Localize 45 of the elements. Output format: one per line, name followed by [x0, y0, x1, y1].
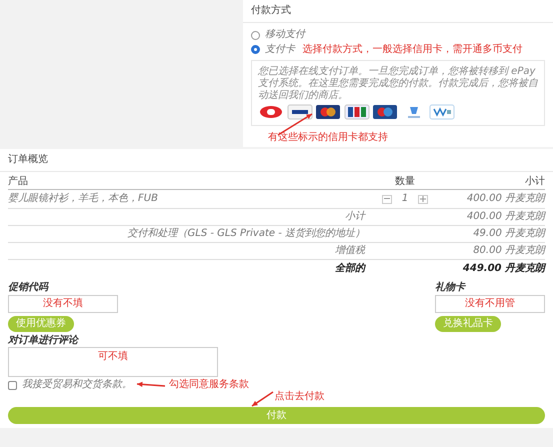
total-label: 交付和处理（GLS - GLS Private - 送货到您的地址） [126, 228, 366, 240]
annotation-text: 点击去付款 [274, 391, 324, 403]
product-name: 婴儿眼镜衬衫，羊毛，本色，FUB [8, 193, 159, 205]
description-text: 您已选择在线支付订单。一旦您完成订单，您将被转移到 ePay 支付系统。在这里您需要完成您的付款。付款完成后，您将被自动送回我们的商店。 [258, 66, 538, 102]
gift-card-field[interactable]: 没有不用管 [435, 295, 545, 313]
comment-field[interactable]: 可不填 [8, 346, 218, 376]
card-logo-icon [315, 104, 341, 120]
card-logo-icon [429, 104, 455, 120]
annotation-text: 可不填 [98, 350, 128, 364]
quantity-value: 1 [402, 193, 408, 205]
radio-button[interactable] [251, 45, 260, 54]
card-logo-icon [372, 104, 398, 120]
option-label[interactable]: 移动支付 [265, 29, 305, 41]
annotation-text: 没有不填 [43, 298, 83, 310]
price-cell-text: 400.00 丹麦克朗 [466, 193, 545, 205]
terms-checkbox[interactable] [8, 380, 17, 390]
quantity-increase-button[interactable] [418, 194, 428, 204]
total-value: 80.00 丹麦克朗 [472, 245, 545, 257]
total-value: 49.00 丹麦克朗 [472, 228, 545, 240]
annotation-text: 没有不用管 [465, 298, 515, 310]
quantity-decrease-button[interactable] [382, 194, 392, 204]
column-header: 数量 [395, 176, 415, 188]
total-label: 增值税 [334, 245, 366, 257]
option-label[interactable]: 支付卡 [265, 44, 295, 56]
total-value: 449.00 丹麦克朗 [462, 262, 545, 274]
total-label: 小计 [344, 211, 367, 223]
minus-icon [384, 198, 390, 200]
total-label: 全部的 [334, 262, 367, 274]
gift-card-label: 礼物卡 [435, 282, 465, 294]
total-value: 400.00 丹麦克朗 [466, 211, 545, 223]
card-logo-icon [344, 104, 370, 120]
card-logo-icon [258, 104, 284, 120]
promo-code-field[interactable]: 没有不填 [8, 295, 118, 313]
column-header: 产品 [8, 176, 29, 188]
section-title: 付款方式 [251, 5, 291, 16]
radio-button[interactable] [251, 30, 260, 40]
annotation-text: 选择付款方式，一般选择信用卡，需开通多币支付 [302, 44, 522, 56]
comment-label: 对订单进行评论 [8, 334, 80, 346]
column-header: 小计 [524, 176, 545, 188]
plus-icon [420, 196, 426, 202]
annotation-text: 勾选同意服务条款 [169, 379, 249, 391]
terms-label[interactable]: 我接受贸易和交货条款。 [22, 379, 132, 391]
promo-code-label: 促销代码 [8, 282, 48, 294]
card-logo-icon [286, 104, 312, 120]
section-title: 订单概览 [8, 154, 48, 165]
